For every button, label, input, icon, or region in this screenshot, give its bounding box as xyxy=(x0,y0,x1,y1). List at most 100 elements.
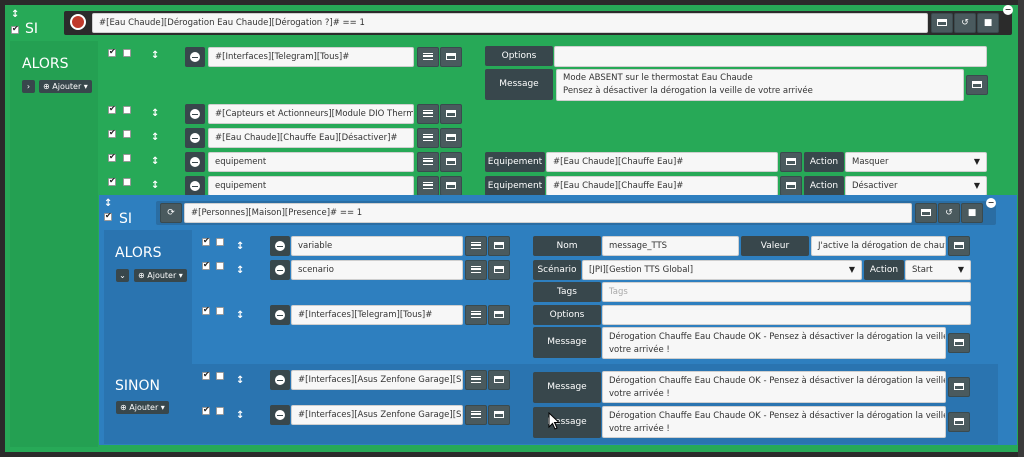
message-box-button[interactable] xyxy=(948,412,970,432)
inner-refresh-icon[interactable]: ⟳ xyxy=(160,203,182,223)
outer-cmd-1[interactable]: #[Interfaces][Telegram][Tous]# xyxy=(208,47,414,67)
list-button[interactable] xyxy=(417,104,439,124)
list-button[interactable] xyxy=(417,47,439,67)
nom-input[interactable]: message_TTS xyxy=(602,236,739,256)
scenario-select[interactable]: [JPI][Gestion TTS Global] ▼ xyxy=(582,260,862,280)
sinon-message-textarea[interactable]: Dérogation Chauffe Eau Chaude OK - Pense… xyxy=(602,371,946,403)
box-button[interactable] xyxy=(440,152,462,172)
message-textarea[interactable]: Mode ABSENT sur le thermostat Eau Chaude… xyxy=(556,69,964,101)
row-parallel-checkbox[interactable] xyxy=(216,238,224,246)
outer-cube-icon[interactable]: ■ xyxy=(977,13,999,33)
action-select[interactable]: Désactiver ▼ xyxy=(845,176,987,196)
row-enable-checkbox[interactable] xyxy=(202,405,210,415)
inner-expression-button[interactable] xyxy=(915,203,937,223)
row-drag-handle[interactable]: ↕ xyxy=(151,109,159,119)
options-input[interactable] xyxy=(554,46,987,67)
remove-row-button[interactable] xyxy=(185,176,205,196)
row-parallel-checkbox[interactable] xyxy=(216,307,224,315)
row-parallel-checkbox[interactable] xyxy=(123,106,131,114)
outer-cmd-5[interactable]: equipement xyxy=(208,176,414,196)
sinon-cmd-1[interactable]: #[Interfaces][Asus Zenfone Garage][SI xyxy=(291,370,463,390)
inner-history-icon[interactable]: ↺ xyxy=(938,203,960,223)
outer-add-button[interactable]: ⊕ Ajouter ▾ xyxy=(39,80,92,93)
box-button[interactable] xyxy=(440,176,462,196)
remove-row-button[interactable] xyxy=(185,128,205,148)
outer-close-icon[interactable]: − xyxy=(1003,5,1013,15)
row-drag-handle[interactable]: ↕ xyxy=(151,181,159,191)
inner-cmd-1[interactable]: variable xyxy=(291,236,463,256)
equipement-box-button[interactable] xyxy=(780,176,802,196)
inner-action-select[interactable]: Start ▼ xyxy=(905,260,971,280)
row-parallel-checkbox[interactable] xyxy=(123,130,131,138)
inner-drag-handle[interactable]: ↕ xyxy=(104,199,112,209)
row-drag-handle[interactable]: ↕ xyxy=(236,266,244,276)
outer-cmd-4[interactable]: equipement xyxy=(208,152,414,172)
equipement-input[interactable]: #[Eau Chaude][Chauffe Eau]# xyxy=(546,176,778,196)
row-enable-checkbox[interactable] xyxy=(202,305,210,315)
list-button[interactable] xyxy=(465,370,487,390)
list-button[interactable] xyxy=(417,152,439,172)
list-button[interactable] xyxy=(465,305,487,325)
remove-row-button[interactable] xyxy=(270,236,290,256)
row-enable-checkbox[interactable] xyxy=(202,236,210,246)
equipement-input[interactable]: #[Eau Chaude][Chauffe Eau]# xyxy=(546,152,778,172)
sinon-message-textarea-2[interactable]: Dérogation Chauffe Eau Chaude OK - Pense… xyxy=(602,406,946,438)
row-drag-handle[interactable]: ↕ xyxy=(236,242,244,252)
remove-row-button[interactable] xyxy=(270,370,290,390)
box-button[interactable] xyxy=(488,405,510,425)
list-button[interactable] xyxy=(417,176,439,196)
row-parallel-checkbox[interactable] xyxy=(123,49,131,57)
valeur-input[interactable]: J'active la dérogation de chauffe xyxy=(811,236,946,256)
row-enable-checkbox[interactable] xyxy=(202,370,210,380)
inner-sinon-add-button[interactable]: ⊕ Ajouter ▾ xyxy=(116,401,169,414)
drag-handle[interactable]: ↕ xyxy=(11,10,19,20)
row-parallel-checkbox[interactable] xyxy=(123,154,131,162)
row-parallel-checkbox[interactable] xyxy=(216,407,224,415)
row-enable-checkbox[interactable] xyxy=(108,104,116,114)
row-drag-handle[interactable]: ↕ xyxy=(236,376,244,386)
message-box-button[interactable] xyxy=(966,75,988,95)
row-enable-checkbox[interactable] xyxy=(202,260,210,270)
action-select[interactable]: Masquer ▼ xyxy=(845,152,987,172)
inner-cmd-2[interactable]: scenario xyxy=(291,260,463,280)
list-button[interactable] xyxy=(417,128,439,148)
sinon-cmd-2[interactable]: #[Interfaces][Asus Zenfone Garage][SI xyxy=(291,405,463,425)
tags-input[interactable]: Tags xyxy=(602,282,971,302)
row-parallel-checkbox[interactable] xyxy=(216,262,224,270)
box-button[interactable] xyxy=(488,236,510,256)
outer-expression-button[interactable] xyxy=(931,13,953,33)
inner-close-icon[interactable]: − xyxy=(986,198,996,208)
row-drag-handle[interactable]: ↕ xyxy=(236,311,244,321)
equipement-box-button[interactable] xyxy=(780,152,802,172)
inner-cube-icon[interactable]: ■ xyxy=(961,203,983,223)
valeur-box-button[interactable] xyxy=(948,236,970,256)
row-drag-handle[interactable]: ↕ xyxy=(236,411,244,421)
inner-si-checkbox[interactable] xyxy=(104,211,112,221)
box-button[interactable] xyxy=(440,104,462,124)
cancel-icon[interactable] xyxy=(70,14,86,30)
box-button[interactable] xyxy=(488,305,510,325)
list-button[interactable] xyxy=(465,260,487,280)
list-button[interactable] xyxy=(465,405,487,425)
box-button[interactable] xyxy=(488,370,510,390)
outer-history-icon[interactable]: ↺ xyxy=(954,13,976,33)
outer-cmd-3[interactable]: #[Eau Chaude][Chauffe Eau][Désactiver]# xyxy=(208,128,414,148)
remove-row-button[interactable] xyxy=(270,260,290,280)
outer-cmd-2[interactable]: #[Capteurs et Actionneurs][Module DIO Th… xyxy=(208,104,414,124)
inner-condition-input[interactable]: #[Personnes][Maison][Presence]# == 1 xyxy=(184,203,912,223)
row-enable-checkbox[interactable] xyxy=(108,47,116,57)
scrollbar-track[interactable] xyxy=(1018,0,1024,457)
outer-condition-input[interactable]: #[Eau Chaude][Dérogation Eau Chaude][Dér… xyxy=(92,13,928,33)
remove-row-button[interactable] xyxy=(185,47,205,67)
inner-collapse-button[interactable]: ⌄ xyxy=(116,269,129,282)
inner-cmd-3[interactable]: #[Interfaces][Telegram][Tous]# xyxy=(291,305,463,325)
remove-row-button[interactable] xyxy=(270,405,290,425)
row-drag-handle[interactable]: ↕ xyxy=(151,133,159,143)
row-drag-handle[interactable]: ↕ xyxy=(151,51,159,61)
row-parallel-checkbox[interactable] xyxy=(216,372,224,380)
box-button[interactable] xyxy=(440,47,462,67)
row-enable-checkbox[interactable] xyxy=(108,152,116,162)
box-button[interactable] xyxy=(488,260,510,280)
remove-row-button[interactable] xyxy=(185,152,205,172)
inner-alors-add-button[interactable]: ⊕ Ajouter ▾ xyxy=(134,269,187,282)
